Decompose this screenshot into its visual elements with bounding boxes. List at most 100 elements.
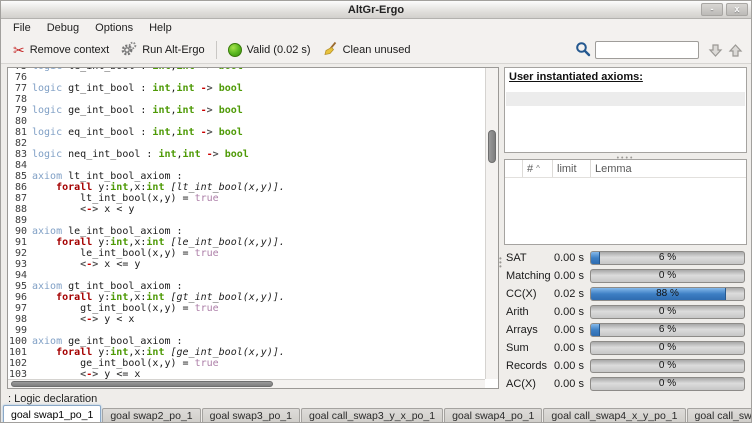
code-line: 100axiom ge_int_bool_axiom : [8, 336, 485, 347]
close-button[interactable]: x [726, 3, 748, 16]
lemma-col-lemma[interactable]: Lemma [591, 160, 746, 177]
app-window: AltGr-Ergo - x File Debug Options Help ✂… [0, 0, 752, 423]
vertical-scrollbar[interactable] [485, 68, 498, 379]
menu-help[interactable]: Help [141, 20, 180, 36]
minimize-button[interactable]: - [701, 3, 723, 16]
title-bar: AltGr-Ergo - x [1, 1, 751, 19]
stat-time: 0.00 s [554, 342, 590, 354]
line-number: 86 [8, 182, 32, 193]
code-lines: 75logic le_int_bool : int,int -> bool767… [8, 68, 485, 379]
stat-row: Arrays0.00 s6 % [506, 321, 745, 338]
lemma-table[interactable]: #^ limit Lemma [504, 159, 747, 245]
horizontal-scrollbar[interactable] [8, 379, 485, 388]
scissors-icon: ✂ [13, 43, 25, 57]
goal-tab[interactable]: goal swap1_po_1 [3, 405, 101, 423]
menu-options[interactable]: Options [87, 20, 141, 36]
axioms-selected-row[interactable] [506, 92, 745, 106]
stat-label: Arrays [506, 324, 554, 336]
code-line: 79logic ge_int_bool : int,int -> bool [8, 105, 485, 116]
code-line: 103 <-> y <= x [8, 369, 485, 379]
line-number: 83 [8, 149, 32, 160]
line-number: 90 [8, 226, 32, 237]
code-line: 80 [8, 116, 485, 127]
remove-context-button[interactable]: ✂ Remove context [7, 43, 115, 57]
goal-tab[interactable]: goal swap2_po_1 [102, 408, 200, 423]
search-next-button[interactable] [705, 40, 725, 60]
search-previous-button[interactable] [725, 40, 745, 60]
progress-bar: 88 % [590, 287, 745, 301]
code-line: 88 <-> x < y [8, 204, 485, 215]
clean-unused-label: Clean unused [343, 44, 411, 56]
stat-row: Sum0.00 s0 % [506, 339, 745, 356]
stat-row: Matching0.00 s0 % [506, 267, 745, 284]
lemma-col-num[interactable]: #^ [523, 160, 553, 177]
stat-time: 0.00 s [554, 324, 590, 336]
code-line: 86 forall y:int,x:int [lt_int_bool(x,y)]… [8, 182, 485, 193]
stat-label: Arith [506, 306, 554, 318]
line-number: 100 [8, 336, 32, 347]
code-line: 97 gt_int_bool(x,y) = true [8, 303, 485, 314]
stat-label: Matching [506, 270, 554, 282]
code-line: 85axiom lt_int_bool_axiom : [8, 171, 485, 182]
lemma-col-blank [505, 160, 523, 177]
run-alt-ergo-button[interactable]: Run Alt-Ergo [115, 41, 210, 60]
line-number: 84 [8, 160, 32, 171]
goal-tab[interactable]: goal swap4_po_1 [444, 408, 542, 423]
code-line: 95axiom gt_int_bool_axiom : [8, 281, 485, 292]
line-number: 103 [8, 369, 32, 379]
horizontal-scrollbar-thumb[interactable] [11, 381, 273, 387]
clean-unused-button[interactable]: Clean unused [317, 41, 417, 59]
goal-tab[interactable]: goal swap3_po_1 [202, 408, 300, 423]
progress-bar: 0 % [590, 359, 745, 373]
line-number: 82 [8, 138, 32, 149]
status-bar: : Logic declaration [1, 391, 751, 406]
arrow-up-icon [728, 43, 743, 58]
run-alt-ergo-label: Run Alt-Ergo [142, 44, 204, 56]
goal-tab[interactable]: goal call_swap4_y_x_po_1 [687, 408, 752, 423]
line-number: 101 [8, 347, 32, 358]
line-number: 94 [8, 270, 32, 281]
stat-label: AC(X) [506, 378, 554, 390]
line-number: 88 [8, 204, 32, 215]
window-controls: - x [701, 3, 748, 16]
goal-tab[interactable]: goal call_swap4_x_y_po_1 [543, 408, 685, 423]
progress-percent: 0 % [591, 306, 744, 318]
stat-row: SAT0.00 s6 % [506, 249, 745, 266]
status-text: : Logic declaration [8, 393, 97, 405]
progress-percent: 0 % [591, 360, 744, 372]
line-number: 89 [8, 215, 32, 226]
user-axioms-panel[interactable]: User instantiated axioms: [504, 67, 747, 153]
lemma-table-header: #^ limit Lemma [505, 160, 746, 178]
code-line: 101 forall y:int,x:int [ge_int_bool(x,y)… [8, 347, 485, 358]
progress-bar: 0 % [590, 377, 745, 391]
code-editor[interactable]: 75logic le_int_bool : int,int -> bool767… [7, 67, 499, 389]
lemma-col-limit[interactable]: limit [553, 160, 591, 177]
line-number: 98 [8, 314, 32, 325]
user-axioms-title: User instantiated axioms: [505, 68, 746, 85]
code-line: 99 [8, 325, 485, 336]
side-splitter-handle[interactable]: ••• [499, 257, 502, 269]
line-number: 96 [8, 292, 32, 303]
gears-icon [121, 41, 137, 60]
progress-percent: 0 % [591, 270, 744, 282]
stat-time: 0.00 s [554, 252, 590, 264]
goal-tab[interactable]: goal call_swap3_y_x_po_1 [301, 408, 443, 423]
progress-percent: 0 % [591, 378, 744, 390]
vertical-scrollbar-thumb[interactable] [488, 130, 496, 163]
validity-status: Valid (0.02 s) [222, 43, 317, 57]
stat-time: 0.00 s [554, 270, 590, 282]
code-line: 83logic neq_int_bool : int,int -> bool [8, 149, 485, 160]
search-input[interactable] [595, 41, 699, 59]
menu-file[interactable]: File [5, 20, 39, 36]
code-line: 78 [8, 94, 485, 105]
code-line: 89 [8, 215, 485, 226]
line-number: 102 [8, 358, 32, 369]
stat-label: Sum [506, 342, 554, 354]
code-line: 81logic eq_int_bool : int,int -> bool [8, 127, 485, 138]
valid-led-icon [228, 43, 242, 57]
progress-bar: 0 % [590, 341, 745, 355]
progress-percent: 6 % [591, 324, 744, 336]
search-icon [575, 41, 591, 60]
menu-debug[interactable]: Debug [39, 20, 87, 36]
code-line: 98 <-> y < x [8, 314, 485, 325]
